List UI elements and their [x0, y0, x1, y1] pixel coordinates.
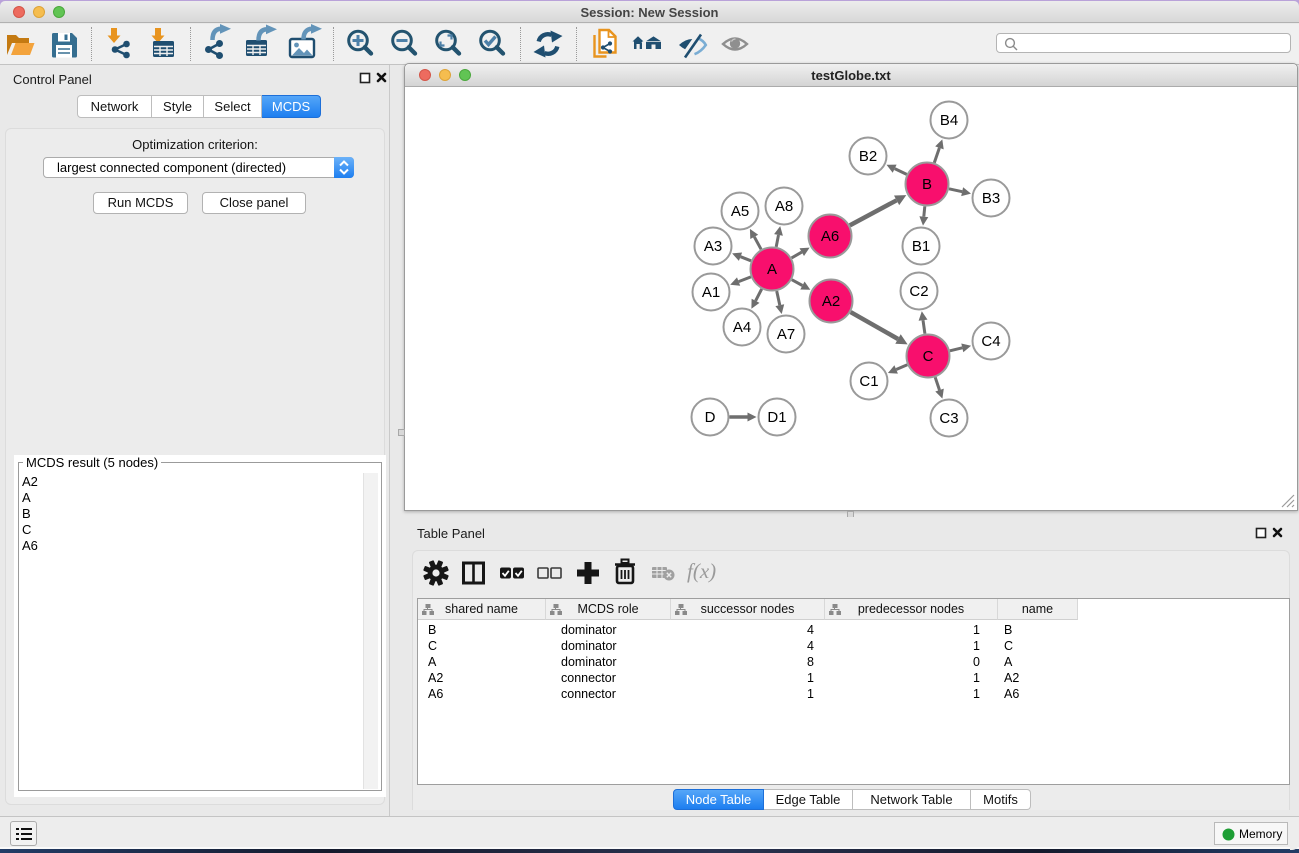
svg-text:A8: A8	[775, 198, 793, 215]
svg-text:C1: C1	[859, 373, 878, 390]
svg-text:B: B	[922, 176, 932, 193]
svg-text:A1: A1	[702, 284, 720, 301]
svg-text:B1: B1	[912, 238, 930, 255]
svg-text:B2: B2	[859, 148, 877, 165]
svg-text:A4: A4	[733, 319, 751, 336]
svg-text:A: A	[767, 261, 777, 278]
svg-text:B3: B3	[982, 190, 1000, 207]
svg-text:D: D	[705, 409, 716, 426]
svg-text:A3: A3	[704, 238, 722, 255]
svg-text:A6: A6	[821, 228, 839, 245]
svg-text:C3: C3	[939, 410, 958, 427]
svg-text:A7: A7	[777, 326, 795, 343]
svg-text:D1: D1	[767, 409, 786, 426]
svg-text:B4: B4	[940, 112, 958, 129]
svg-text:C2: C2	[909, 283, 928, 300]
svg-text:A2: A2	[822, 293, 840, 310]
svg-text:A5: A5	[731, 203, 749, 220]
svg-text:C: C	[923, 348, 934, 365]
svg-text:C4: C4	[981, 333, 1000, 350]
